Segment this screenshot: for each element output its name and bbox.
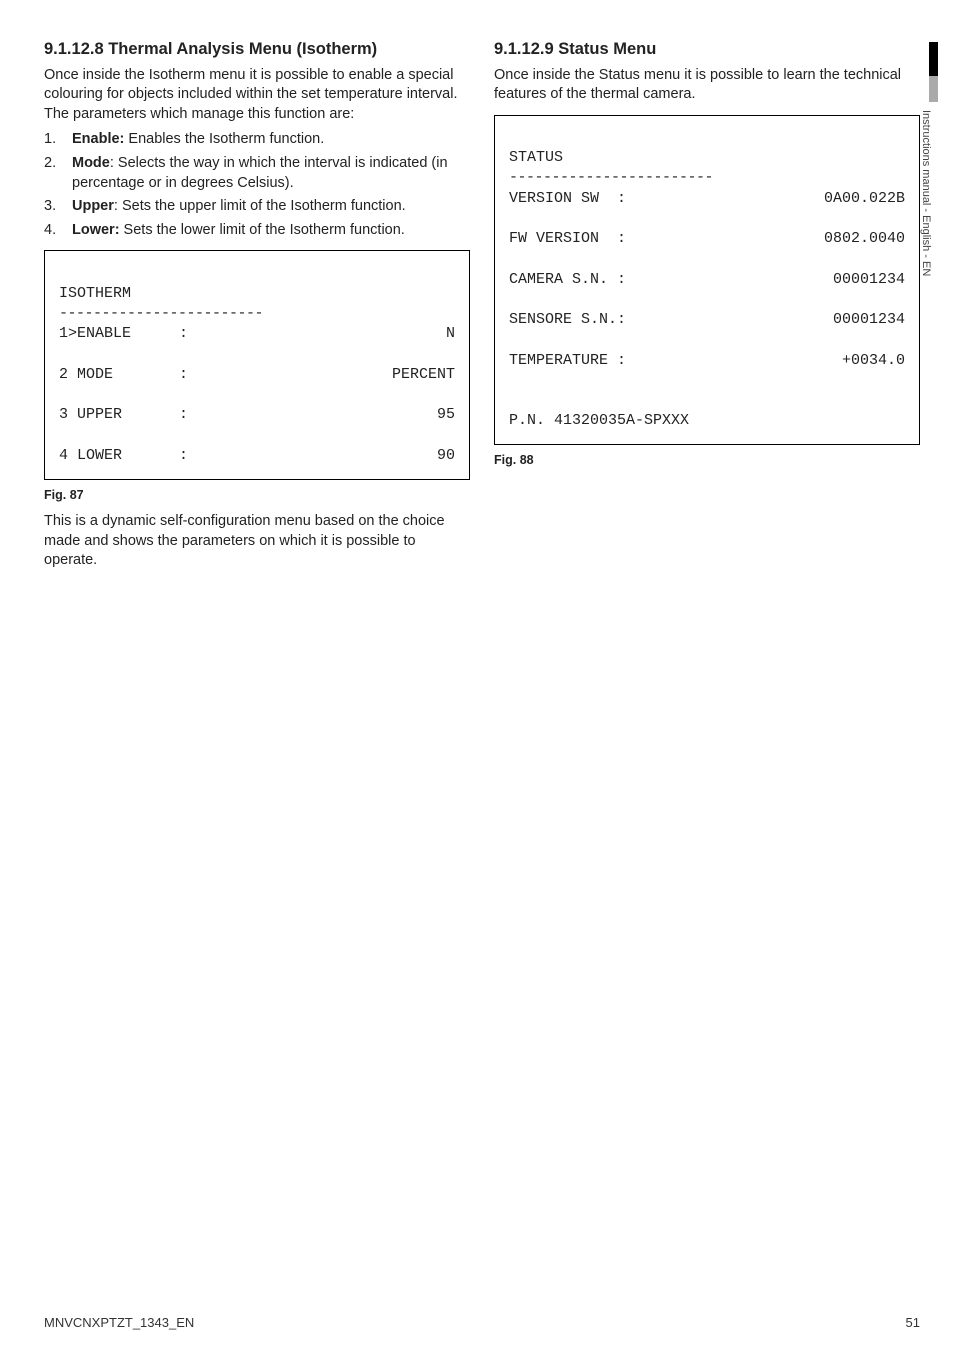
- terminal-rule: ------------------------: [59, 305, 263, 322]
- term-val: 95: [199, 405, 455, 425]
- footer-page-number: 51: [906, 1315, 920, 1330]
- term-colon: :: [179, 405, 199, 425]
- list-text: : Sets the upper limit of the Isotherm f…: [114, 198, 406, 214]
- status-pn: P.N. 41320035A-SPXXX: [509, 412, 689, 429]
- side-tab-black: [929, 42, 938, 76]
- term-label: 4 LOWER: [59, 446, 179, 466]
- term-val: 90: [199, 446, 455, 466]
- intro-status: Once inside the Status menu it is possib…: [494, 66, 920, 105]
- status-val: 0802.0040: [657, 229, 905, 249]
- status-label: TEMPERATURE :: [509, 351, 657, 371]
- term-val: N: [199, 324, 455, 344]
- fig-caption-88: Fig. 88: [494, 453, 920, 467]
- list-item: 3. Upper: Sets the upper limit of the Is…: [44, 197, 470, 217]
- heading-isotherm: 9.1.12.8 Thermal Analysis Menu (Isotherm…: [44, 40, 470, 60]
- terminal-rule: ------------------------: [509, 169, 713, 186]
- status-label: FW VERSION :: [509, 229, 657, 249]
- terminal-title: ISOTHERM: [59, 285, 131, 302]
- list-label: Mode: [72, 155, 110, 171]
- list-text: : Selects the way in which the interval …: [72, 155, 448, 191]
- footer-doc-id: MNVCNXPTZT_1343_EN: [44, 1315, 194, 1330]
- status-val: +0034.0: [657, 351, 905, 371]
- list-isotherm: 1. Enable: Enables the Isotherm function…: [44, 130, 470, 240]
- fig-caption-87: Fig. 87: [44, 488, 470, 502]
- side-tab-gray: [929, 76, 938, 102]
- side-text: Instructions manual - English - EN: [920, 110, 932, 276]
- list-num: 4.: [44, 221, 56, 241]
- terminal-status: STATUS ------------------------ VERSION …: [494, 115, 920, 445]
- list-item: 1. Enable: Enables the Isotherm function…: [44, 130, 470, 150]
- list-num: 2.: [44, 154, 56, 174]
- list-label: Lower:: [72, 222, 120, 238]
- list-text: Sets the lower limit of the Isotherm fun…: [120, 222, 405, 238]
- list-item: 4. Lower: Sets the lower limit of the Is…: [44, 221, 470, 241]
- status-label: VERSION SW :: [509, 189, 657, 209]
- term-label: 1>ENABLE: [59, 324, 179, 344]
- list-item: 2. Mode: Selects the way in which the in…: [44, 154, 470, 193]
- status-val: 00001234: [657, 270, 905, 290]
- term-colon: :: [179, 324, 199, 344]
- terminal-title: STATUS: [509, 149, 563, 166]
- status-val: 0A00.022B: [657, 189, 905, 209]
- term-val: PERCENT: [199, 365, 455, 385]
- status-label: SENSORE S.N.:: [509, 310, 657, 330]
- list-label: Enable:: [72, 131, 124, 147]
- side-tab: Instructions manual - English - EN: [920, 42, 940, 276]
- para-after-isotherm: This is a dynamic self-configuration men…: [44, 512, 470, 571]
- list-label: Upper: [72, 198, 114, 214]
- intro-isotherm: Once inside the Isotherm menu it is poss…: [44, 66, 470, 125]
- status-label: CAMERA S.N. :: [509, 270, 657, 290]
- term-colon: :: [179, 446, 199, 466]
- term-label: 3 UPPER: [59, 405, 179, 425]
- heading-status: 9.1.12.9 Status Menu: [494, 40, 920, 60]
- list-num: 1.: [44, 130, 56, 150]
- list-text: Enables the Isotherm function.: [124, 131, 324, 147]
- status-val: 00001234: [657, 310, 905, 330]
- terminal-isotherm: ISOTHERM ------------------------ 1>ENAB…: [44, 250, 470, 480]
- term-colon: :: [179, 365, 199, 385]
- term-label: 2 MODE: [59, 365, 179, 385]
- list-num: 3.: [44, 197, 56, 217]
